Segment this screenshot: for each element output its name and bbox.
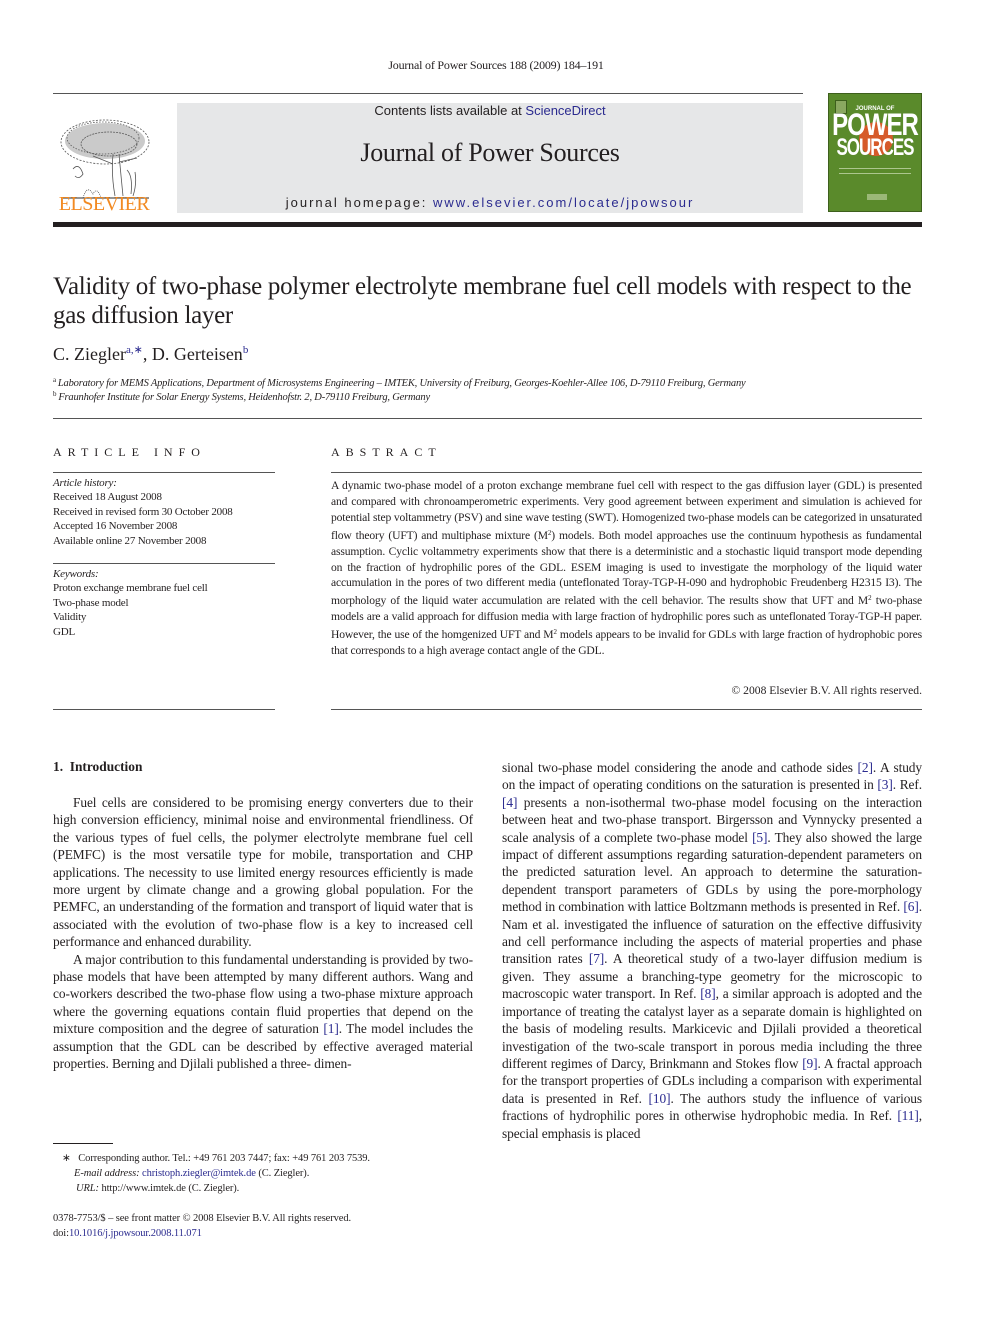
text: . Ref. xyxy=(892,777,922,793)
footnote-corresponding-author: ∗ Corresponding author. Tel.: +49 761 20… xyxy=(62,1151,482,1166)
cover-subtitle xyxy=(839,168,911,174)
affiliation-text: Laboratory for MEMS Applications, Depart… xyxy=(57,378,746,389)
author-name[interactable]: D. Gerteisen xyxy=(152,344,243,364)
running-head: Journal of Power Sources 188 (2009) 184–… xyxy=(388,58,604,72)
history-item: Received in revised form 30 October 2008 xyxy=(53,505,233,518)
author-affiliation-marks[interactable]: a,∗ xyxy=(126,344,143,356)
cover-logo-icon xyxy=(867,194,887,200)
url-label: URL: xyxy=(76,1183,99,1194)
keywords-label: Keywords: xyxy=(53,568,99,580)
paragraph: A major contribution to this fundamental… xyxy=(53,951,473,1125)
elsevier-wordmark: ELSEVIER xyxy=(58,193,150,215)
email-label: E-mail address: xyxy=(74,1168,140,1179)
citation-link[interactable]: [2] xyxy=(858,760,873,775)
affiliation-text: Fraunhofer Institute for Solar Energy Sy… xyxy=(58,392,430,403)
affiliation-rule xyxy=(53,418,922,419)
doi-line: doi:10.1016/j.jpowsour.2008.11.071 xyxy=(53,1226,473,1241)
citation-link[interactable]: [4] xyxy=(502,795,517,810)
footnote-text: Corresponding author. Tel.: +49 761 203 … xyxy=(78,1153,370,1164)
article-info-bottom-rule xyxy=(53,709,275,710)
citation-link[interactable]: [6] xyxy=(903,899,918,914)
author-separator: , xyxy=(142,344,152,364)
keywords: Keywords: Proton exchange membrane fuel … xyxy=(53,567,283,639)
author-name[interactable]: C. Ziegler xyxy=(53,344,126,364)
keyword-item: Validity xyxy=(53,611,87,624)
section-heading-introduction: 1. Introduction xyxy=(53,759,143,774)
header-rule xyxy=(53,93,803,94)
url-text: http://www.imtek.de (C. Ziegler). xyxy=(98,1183,240,1194)
affiliation-a: a Laboratory for MEMS Applications, Depar… xyxy=(53,376,922,389)
keyword-item: GDL xyxy=(53,625,76,638)
citation-link[interactable]: [7] xyxy=(589,951,604,966)
citation-link[interactable]: [1] xyxy=(323,1021,338,1036)
keyword-item: Proton exchange membrane fuel cell xyxy=(53,582,208,595)
citation-link[interactable]: [8] xyxy=(700,986,715,1001)
journal-masthead: Contents lists available at ScienceDirec… xyxy=(177,103,803,213)
abstract-heading: ABSTRACT xyxy=(331,445,442,459)
abstract-copyright: © 2008 Elsevier B.V. All rights reserved… xyxy=(731,684,922,697)
citation-link[interactable]: [3] xyxy=(877,777,892,792)
abstract-rule xyxy=(331,472,922,473)
author-affiliation-marks[interactable]: b xyxy=(243,344,249,356)
footnote-mark: ∗ xyxy=(62,1153,71,1164)
keyword-item: Two-phase model xyxy=(53,596,129,609)
affiliation-mark: a xyxy=(53,376,56,384)
front-matter-line: 0378-7753/$ – see front matter © 2008 El… xyxy=(53,1213,352,1224)
history-item: Available online 27 November 2008 xyxy=(53,534,207,547)
homepage-link[interactable]: www.elsevier.com/locate/jpowsour xyxy=(433,195,694,210)
paragraph: Fuel cells are considered to be promisin… xyxy=(53,795,473,950)
history-label: Article history: xyxy=(53,477,117,489)
citation-link[interactable]: [10] xyxy=(649,1091,671,1106)
footnote-rule xyxy=(53,1143,113,1144)
journal-cover-image: JOURNAL OF POWER SOURCES xyxy=(828,93,922,212)
journal-homepage: journal homepage: www.elsevier.com/locat… xyxy=(177,195,803,210)
article-info-rule xyxy=(53,472,275,473)
abstract-body: A dynamic two-phase model of a proton ex… xyxy=(331,478,922,659)
text: sional two-phase model considering the a… xyxy=(502,760,858,775)
citation-link[interactable]: [11] xyxy=(897,1108,919,1123)
cover-title-line3: SOURCES xyxy=(836,134,914,161)
contents-line: Contents lists available at ScienceDirec… xyxy=(177,103,803,118)
body-column-right: sional two-phase model considering the a… xyxy=(502,759,922,1142)
article-title: Validity of two-phase polymer electrolyt… xyxy=(53,273,912,329)
paragraph-continued: sional two-phase model considering the a… xyxy=(502,759,922,1142)
email-link[interactable]: christoph.ziegler@imtek.de xyxy=(142,1168,256,1179)
citation-link[interactable]: [9] xyxy=(802,1056,817,1071)
sciencedirect-link[interactable]: ScienceDirect xyxy=(525,103,605,118)
citation-link[interactable]: [5] xyxy=(752,830,767,845)
doi-link[interactable]: 10.1016/j.jpowsour.2008.11.071 xyxy=(69,1228,202,1239)
contents-text: Contents lists available at xyxy=(374,103,526,118)
affiliation-mark: b xyxy=(53,390,57,398)
footnote-email: E-mail address: christoph.ziegler@imtek.… xyxy=(74,1166,494,1181)
homepage-label: journal homepage: xyxy=(285,195,434,210)
abstract-bottom-rule xyxy=(331,709,922,710)
article-history: Article history: Received 18 August 2008… xyxy=(53,476,283,548)
footnote-text: (C. Ziegler). xyxy=(255,1168,310,1179)
history-item: Accepted 16 November 2008 xyxy=(53,520,178,533)
article-info-heading: ARTICLE INFO xyxy=(53,445,206,459)
footnote-url: URL: http://www.imtek.de (C. Ziegler). xyxy=(76,1181,496,1196)
doi-label: doi: xyxy=(53,1228,69,1239)
body-column-left: Fuel cells are considered to be promisin… xyxy=(53,794,473,1125)
journal-name: Journal of Power Sources xyxy=(360,138,620,167)
affiliation-b: b Fraunhofer Institute for Solar Energy S… xyxy=(53,390,922,403)
history-item: Received 18 August 2008 xyxy=(53,491,162,504)
masthead-thick-rule xyxy=(53,222,922,227)
author-list: C. Zieglera,∗, D. Gerteisenb xyxy=(53,343,922,365)
keywords-rule xyxy=(53,563,275,564)
